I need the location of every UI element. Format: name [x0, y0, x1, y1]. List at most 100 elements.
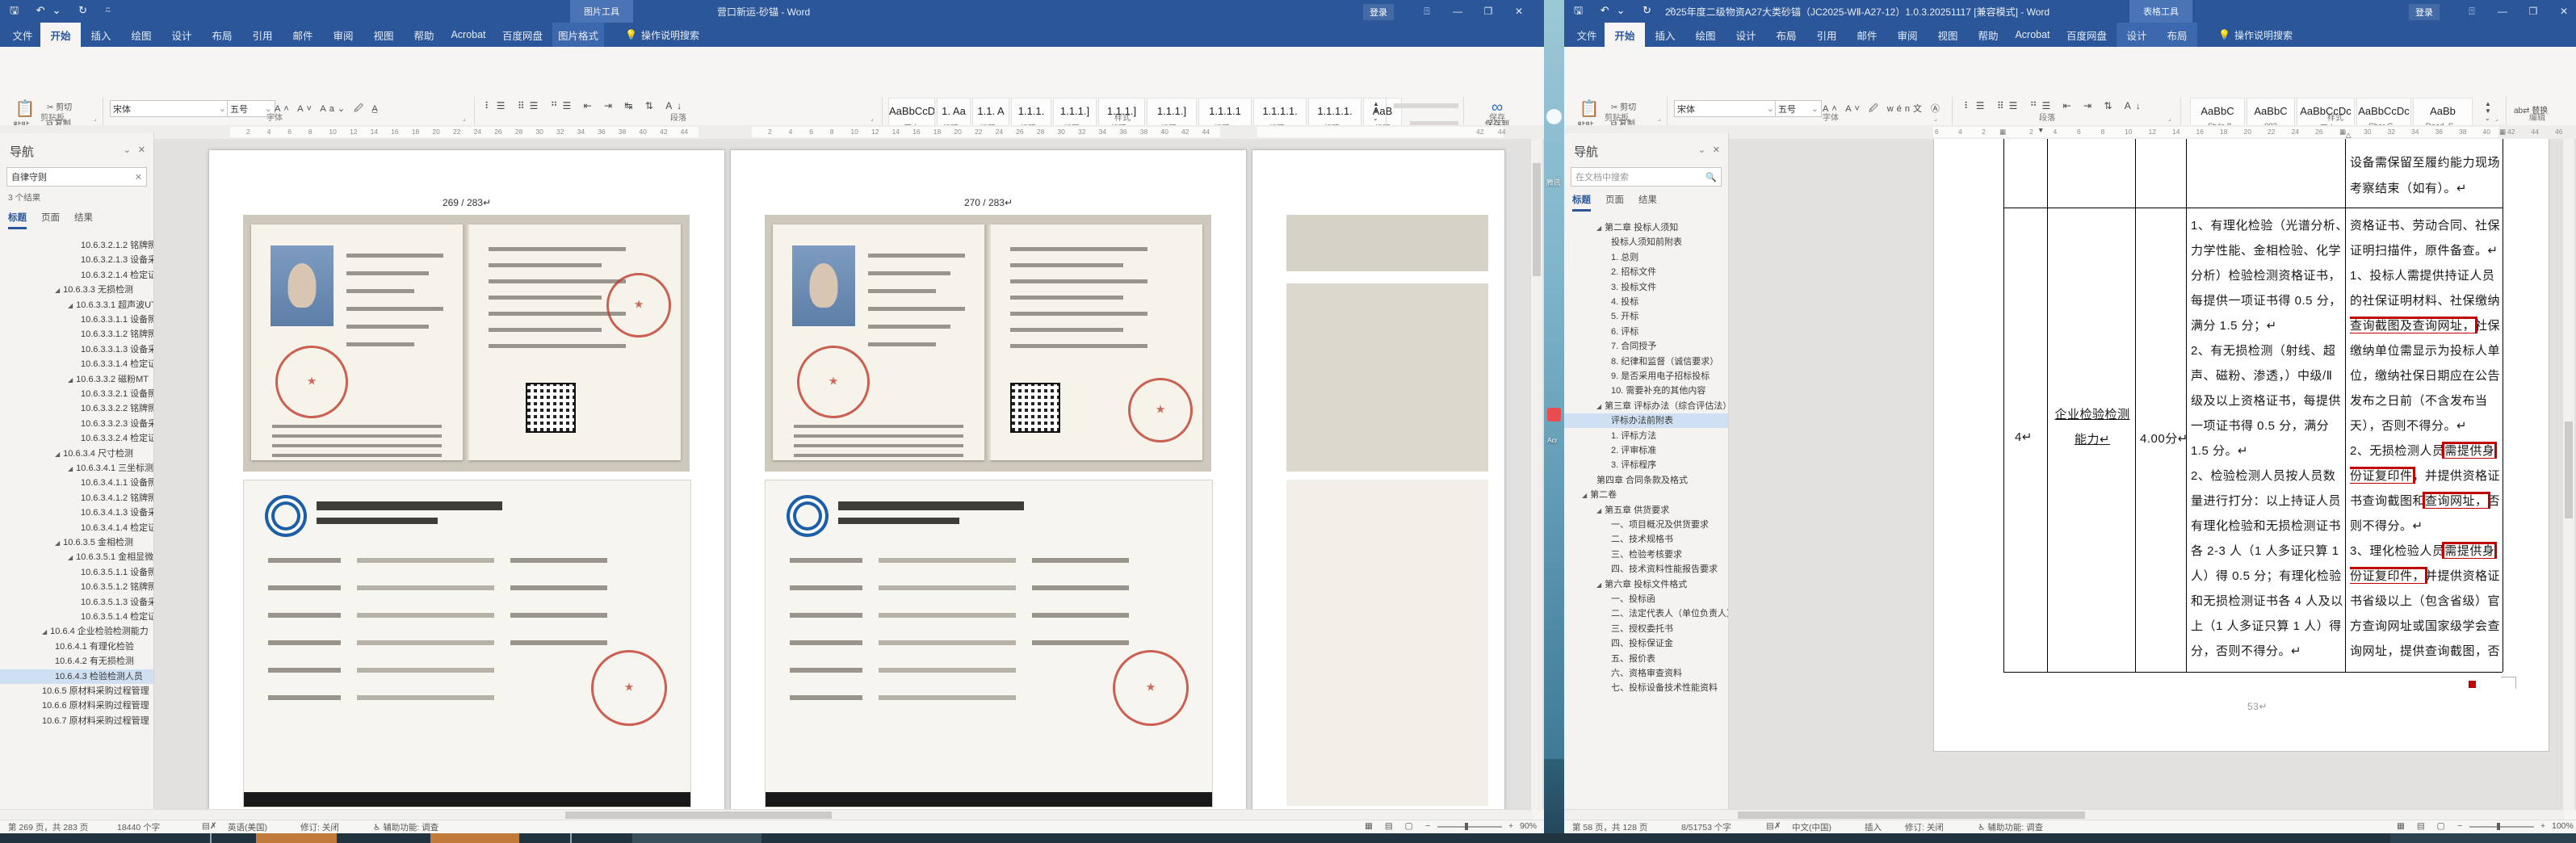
ribbon-tab-审阅[interactable]: 审阅	[1887, 23, 1928, 47]
nav-item[interactable]: 10.6.3.3.1.4 检定证书	[0, 357, 153, 371]
nav-item[interactable]: 10.6.5 原材料采购过程管理	[0, 684, 153, 698]
ribbon-tab-引用[interactable]: 引用	[242, 23, 283, 47]
zoom-slider-thumb[interactable]	[2497, 823, 2500, 830]
clipboard-dialog-launcher[interactable]: ⌟	[94, 115, 97, 122]
horizontal-scrollbar[interactable]	[1564, 809, 2564, 820]
zoom-slider[interactable]	[2469, 826, 2534, 828]
nav-item[interactable]: 投标人须知前附表	[1564, 235, 1728, 250]
nav-item[interactable]: 六、资格审查资料	[1564, 666, 1728, 681]
nav-item[interactable]: 五、报价表	[1564, 652, 1728, 666]
nav-item[interactable]: 二、技术规格书	[1564, 532, 1728, 547]
ribbon-tab-Acrobat[interactable]: Acrobat	[2008, 23, 2057, 47]
ribbon-tab-文件[interactable]: 文件	[5, 23, 40, 47]
ribbon-tab-邮件[interactable]: 邮件	[283, 23, 323, 47]
ribbon-tab-开始[interactable]: 开始	[1605, 23, 1645, 47]
nav-item[interactable]: 10.6.3.3.1.2 铭牌照片	[0, 327, 153, 342]
nav-pane-close-icon[interactable]: ✕	[138, 145, 145, 155]
ribbon-tab-设计[interactable]: 设计	[1726, 23, 1766, 47]
clear-search-icon[interactable]: ✕	[135, 172, 142, 182]
nav-item[interactable]: 评标办法前附表	[1564, 413, 1728, 429]
nav-item[interactable]: ◢ 第二卷	[1564, 488, 1728, 502]
nav-item[interactable]: 10.6.4.2 有无损检测	[0, 654, 153, 669]
nav-item[interactable]: 10.6.7 原材料采购过程管理	[0, 714, 153, 728]
horizontal-scrollbar[interactable]	[0, 809, 1532, 820]
nav-item[interactable]: 3. 投标文件	[1564, 280, 1728, 295]
search-icon[interactable]: 🔍	[1705, 172, 1717, 182]
nav-item[interactable]: 1. 评标方法	[1564, 429, 1728, 443]
nav-item[interactable]: 10.6.4.3 检验检测人员	[0, 669, 153, 684]
ribbon-tab-百度网盘[interactable]: 百度网盘	[2057, 23, 2117, 47]
desktop-icon-label[interactable]: Acr	[1547, 436, 1558, 444]
nav-item[interactable]: 一、项目概况及供货要求	[1564, 518, 1728, 532]
collapse-arrow-icon[interactable]: ◢	[1596, 507, 1601, 514]
horizontal-ruler[interactable]: 2 4 6 8 10 12 14 16 18 20 22 24 26 28 30 32 34 36 38 40 42 44…	[0, 125, 1544, 140]
nav-item[interactable]: 10.6.3.5.1.1 设备照片	[0, 565, 153, 580]
nav-item[interactable]: ◢ 10.6.3.4 尺寸检测	[0, 447, 153, 461]
styles-dialog-launcher[interactable]: ⌟	[2495, 115, 2498, 122]
view-mode-buttons[interactable]: ▦ ▤ ▢	[1365, 821, 1418, 831]
collapse-arrow-icon[interactable]: ◢	[42, 628, 47, 635]
status-word-count[interactable]: 18440 个字	[117, 821, 160, 833]
nav-item[interactable]: 10.6.6 原材料采购过程管理	[0, 698, 153, 713]
nav-item[interactable]: ◢10.6.3.4.1 三坐标测量仪	[0, 461, 153, 476]
nav-item[interactable]: 10.6.3.4.1.4 检定证书	[0, 521, 153, 535]
paragraph-list-buttons[interactable]: ⠇☰ ⠿☰ ⠛☰ ⇤ ⇥ ⇅ A↓	[1964, 100, 2146, 111]
nav-item[interactable]: ◢ 10.6.3.3.2 磁粉MT	[0, 372, 153, 387]
ribbon-tab-引用[interactable]: 引用	[1806, 23, 1847, 47]
nav-item[interactable]: ◢ 第五章 供货要求	[1564, 503, 1728, 518]
nav-item[interactable]: 8. 纪律和监督（诚信要求）	[1564, 354, 1728, 369]
nav-item[interactable]: ◢10.6.3.5.1 金相显微镜	[0, 550, 153, 564]
nav-item[interactable]: 7. 合同授予	[1564, 339, 1728, 354]
paragraph-dialog-launcher[interactable]: ⌟	[871, 115, 874, 122]
zoom-slider-thumb[interactable]	[1465, 823, 1468, 830]
nav-item[interactable]: 3. 评标程序	[1564, 458, 1728, 472]
ribbon-tab-布局[interactable]: 布局	[1766, 23, 1806, 47]
collapse-arrow-icon[interactable]: ◢	[55, 451, 60, 458]
ribbon-tab-绘图[interactable]: 绘图	[121, 23, 162, 47]
nav-pane-menu-icon[interactable]: ⌄	[124, 145, 131, 155]
zoom-out-button[interactable]: −	[1425, 821, 1430, 831]
nav-search-input[interactable]: 自律守则 ✕	[6, 167, 147, 187]
nav-item[interactable]: ◢ 10.6.4 企业检验检测能力	[0, 624, 153, 639]
tell-me-search[interactable]: 💡 操作说明搜索	[625, 23, 699, 47]
nav-item[interactable]: 10. 需要补充的其他内容	[1564, 384, 1728, 398]
nav-item[interactable]: ◢ 第二章 投标人须知	[1564, 220, 1728, 235]
ribbon-tab-插入[interactable]: 插入	[81, 23, 121, 47]
nav-tab-标题[interactable]: 标题	[8, 211, 27, 229]
status-language[interactable]: 中文(中国)	[1792, 821, 1831, 833]
desktop-icon-label[interactable]: 腾讯	[1546, 178, 1560, 187]
document-page[interactable]: 269 / 283↵	[208, 149, 725, 810]
nav-item[interactable]: 10.6.3.4.1.2 铭牌照片	[0, 491, 153, 505]
nav-item[interactable]: 10.6.4.1 有理化检验	[0, 640, 153, 654]
font-dialog-launcher[interactable]: ⌟	[1934, 115, 1937, 122]
minimize-button[interactable]: —	[1442, 0, 1473, 23]
nav-tab-结果[interactable]: 结果	[1638, 193, 1657, 209]
zoom-percentage[interactable]: 90%	[1520, 821, 1537, 831]
nav-item[interactable]: 10.6.3.5.1.2 铭牌照片	[0, 580, 153, 594]
collapse-arrow-icon[interactable]: ◢	[1596, 224, 1601, 232]
nav-item[interactable]: 9. 是否采用电子招标投标	[1564, 369, 1728, 384]
vertical-scrollbar[interactable]	[2562, 139, 2574, 810]
vertical-scrollbar[interactable]	[1530, 139, 1542, 810]
taskbar-app[interactable]	[632, 833, 761, 843]
taskbar-app[interactable]	[256, 833, 337, 843]
restore-button[interactable]: ❐	[1473, 0, 1504, 23]
ribbon-display-options-button[interactable]: ⍐	[1412, 0, 1442, 23]
restore-button[interactable]: ❐	[2518, 0, 2549, 23]
status-insert-mode[interactable]: 插入	[1865, 821, 1882, 833]
status-word-count[interactable]: 8/51753 个字	[1681, 821, 1731, 833]
ribbon-tab-Acrobat[interactable]: Acrobat	[444, 23, 493, 47]
close-button[interactable]: ✕	[2549, 0, 2576, 23]
ribbon-tab-布局[interactable]: 布局	[2157, 23, 2197, 47]
nav-item[interactable]: 10.6.3.2.1.4 检定证书	[0, 268, 153, 283]
collapse-arrow-icon[interactable]: ◢	[1596, 403, 1601, 410]
ribbon-tab-帮助[interactable]: 帮助	[1968, 23, 2008, 47]
nav-item[interactable]: 10.6.3.3.2.2 铭牌照片	[0, 401, 153, 416]
document-page[interactable]: 设备需保留至履约能力现场 考察结束（如有）。↵ 4↵ 企业检验检测 能力↵ 4.00分↵ 1…	[1933, 139, 2549, 752]
nav-item[interactable]: 七、投标设备技术性能资料	[1564, 681, 1728, 695]
ribbon-display-options-button[interactable]: ⍐	[2456, 0, 2487, 23]
nav-item[interactable]: 10.6.3.5.1.4 检定证书	[0, 610, 153, 624]
nav-tab-页面[interactable]: 页面	[41, 211, 60, 227]
tell-me-search[interactable]: 💡 操作说明搜索	[2218, 23, 2293, 47]
nav-item[interactable]: 4. 投标	[1564, 295, 1728, 309]
